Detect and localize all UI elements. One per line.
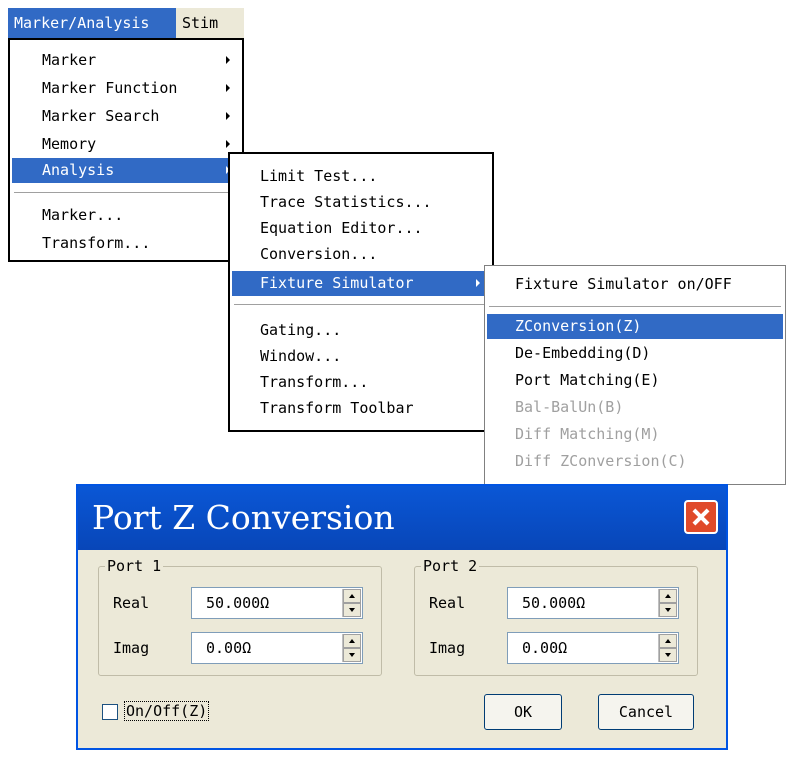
spin-up-icon[interactable] [659, 589, 677, 603]
marker-analysis-menu: Marker Marker Function Marker Search Mem… [8, 38, 244, 262]
menu-separator [14, 192, 238, 194]
menu-item-limit-test[interactable]: Limit Test... [232, 164, 490, 189]
menu-item-marker-function[interactable]: Marker Function [12, 76, 240, 101]
spin-up-icon[interactable] [343, 589, 361, 603]
submenu-arrow-icon [226, 112, 230, 120]
spin-up-icon[interactable] [343, 634, 361, 648]
menu-item-diff-matching: Diff Matching(M) [515, 425, 660, 443]
menu-separator [234, 304, 488, 306]
menu-item-analysis[interactable]: Analysis [12, 158, 240, 183]
menu-item-memory[interactable]: Memory [12, 132, 240, 157]
menu-item-marker-dialog[interactable]: Marker... [12, 203, 240, 228]
port1-real-value: 50.000Ω [206, 594, 270, 612]
port2-real-spinner [658, 589, 677, 617]
submenu-arrow-icon [476, 279, 480, 287]
port1-imag-spinner [342, 634, 361, 662]
spin-down-icon[interactable] [343, 648, 361, 662]
port2-legend: Port 2 [421, 557, 480, 575]
port1-imag-label: Imag [113, 639, 150, 657]
menu-item-window[interactable]: Window... [232, 344, 490, 369]
port2-imag-label: Imag [429, 639, 466, 657]
submenu-arrow-icon [226, 84, 230, 92]
menu-item-port-matching[interactable]: Port Matching(E) [487, 368, 783, 393]
submenu-arrow-icon [226, 56, 230, 64]
port1-real-label: Real [113, 594, 150, 612]
ok-button[interactable]: OK [484, 694, 562, 730]
submenu-arrow-icon [226, 140, 230, 148]
menu-item-marker-search[interactable]: Marker Search [12, 104, 240, 129]
dialog-titlebar[interactable]: Port Z Conversion [78, 486, 726, 550]
close-button[interactable] [684, 500, 718, 534]
onoff-checkbox[interactable] [102, 704, 118, 720]
port2-imag-value: 0.00Ω [522, 639, 568, 657]
menu-separator [489, 306, 781, 308]
port2-real-label: Real [429, 594, 466, 612]
port2-real-input[interactable]: 50.000Ω [507, 587, 679, 619]
menu-item-fixture-simulator-toggle[interactable]: Fixture Simulator on/OFF [487, 272, 783, 297]
fixture-simulator-submenu: Fixture Simulator on/OFF ZConversion(Z) … [484, 265, 786, 485]
cancel-button[interactable]: Cancel [598, 694, 694, 730]
menu-item-transform-toolbar[interactable]: Transform Toolbar [232, 396, 490, 421]
menu-item-gating[interactable]: Gating... [232, 318, 490, 343]
port1-imag-input[interactable]: 0.00Ω [191, 632, 363, 664]
menu-item-marker[interactable]: Marker [12, 48, 240, 73]
port2-imag-spinner [658, 634, 677, 662]
menu-item-label: Fixture Simulator [260, 274, 414, 292]
port2-real-value: 50.000Ω [522, 594, 586, 612]
port-z-conversion-dialog: Port Z Conversion Port 1 Real 50.000Ω Im… [76, 484, 728, 750]
menu-item-label: Marker... [42, 206, 124, 224]
port1-group: Port 1 Real 50.000Ω Imag 0.00Ω [98, 557, 382, 676]
analysis-submenu: Limit Test... Trace Statistics... Equati… [228, 152, 494, 432]
menu-item-equation-editor[interactable]: Equation Editor... [232, 216, 490, 241]
menu-item-label: Transform... [42, 234, 151, 252]
menu-item-label: Marker Search [42, 107, 160, 125]
spin-down-icon[interactable] [343, 603, 361, 617]
menu-item-zconversion[interactable]: ZConversion(Z) [487, 314, 783, 339]
spin-up-icon[interactable] [659, 634, 677, 648]
port2-group: Port 2 Real 50.000Ω Imag 0.00Ω [414, 557, 698, 676]
menu-item-bal-balun: Bal-BalUn(B) [515, 398, 624, 416]
onoff-label[interactable]: On/Off(Z) [124, 701, 210, 721]
menu-item-fixture-simulator[interactable]: Fixture Simulator [232, 271, 490, 296]
menu-bar: Marker/Analysis Stim [8, 8, 244, 38]
spin-down-icon[interactable] [659, 603, 677, 617]
menu-item-label: Analysis [42, 161, 115, 179]
dialog-title: Port Z Conversion [92, 498, 395, 537]
port1-legend: Port 1 [105, 557, 164, 575]
menu-item-conversion[interactable]: Conversion... [232, 242, 490, 267]
menu-stimulus[interactable]: Stim [176, 8, 224, 38]
port1-imag-value: 0.00Ω [206, 639, 252, 657]
menu-item-de-embedding[interactable]: De-Embedding(D) [487, 341, 783, 366]
menu-item-trace-statistics[interactable]: Trace Statistics... [232, 190, 490, 215]
menu-item-diff-zconversion: Diff ZConversion(C) [515, 452, 687, 470]
port1-real-input[interactable]: 50.000Ω [191, 587, 363, 619]
menu-marker-analysis[interactable]: Marker/Analysis [8, 8, 176, 38]
menu-item-transform[interactable]: Transform... [232, 370, 490, 395]
spin-down-icon[interactable] [659, 648, 677, 662]
menu-item-label: Marker [42, 51, 97, 69]
port1-real-spinner [342, 589, 361, 617]
menu-item-label: Marker Function [42, 79, 178, 97]
menu-item-label: Memory [42, 135, 97, 153]
port2-imag-input[interactable]: 0.00Ω [507, 632, 679, 664]
menu-item-transform-dialog[interactable]: Transform... [12, 231, 240, 256]
